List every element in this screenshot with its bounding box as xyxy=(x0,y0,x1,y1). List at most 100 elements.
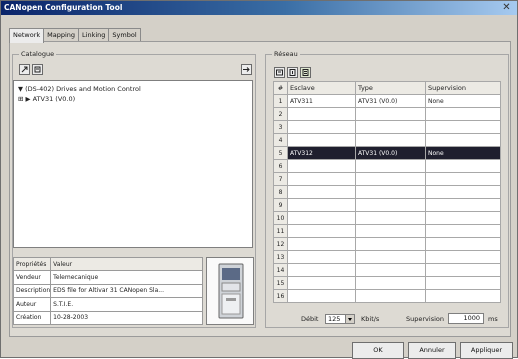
esclave-cell[interactable] xyxy=(287,172,356,186)
network-row[interactable]: 11 xyxy=(273,224,501,238)
network-row[interactable]: 6 xyxy=(273,159,501,173)
row-number[interactable]: 14 xyxy=(273,263,288,277)
network-row[interactable]: 7 xyxy=(273,172,501,186)
type-cell[interactable] xyxy=(355,133,426,147)
type-cell[interactable]: ATV31 (V0.0) xyxy=(355,94,426,108)
type-cell[interactable] xyxy=(355,120,426,134)
apply-button[interactable]: Appliquer xyxy=(460,342,513,359)
esclave-cell[interactable] xyxy=(287,263,356,277)
tab-symbol[interactable]: Symbol xyxy=(108,28,141,42)
esclave-cell[interactable] xyxy=(287,133,356,147)
network-row[interactable]: 16 xyxy=(273,289,501,303)
network-row[interactable]: 1 ATV311 ATV31 (V0.0) None xyxy=(273,94,501,108)
row-number[interactable]: 15 xyxy=(273,276,288,290)
network-row[interactable]: 14 xyxy=(273,263,501,277)
type-cell[interactable] xyxy=(355,198,426,212)
type-cell[interactable] xyxy=(355,250,426,264)
network-row[interactable]: 2 xyxy=(273,107,501,121)
tab-mapping[interactable]: Mapping xyxy=(43,28,80,42)
tree-node-ds402[interactable]: ▼ (DS-402) Drives and Motion Control xyxy=(18,85,141,94)
row-number[interactable]: 5 xyxy=(273,146,288,160)
row-number[interactable]: 8 xyxy=(273,185,288,199)
supervision-cell[interactable] xyxy=(425,107,501,121)
network-row[interactable]: 8 xyxy=(273,185,501,199)
row-number[interactable]: 12 xyxy=(273,237,288,251)
network-row[interactable]: 5 ATV312 ATV31 (V0.0) None xyxy=(273,146,501,160)
type-cell[interactable] xyxy=(355,211,426,225)
esclave-cell[interactable] xyxy=(287,237,356,251)
catalogue-open-icon[interactable] xyxy=(32,64,43,75)
type-cell[interactable] xyxy=(355,276,426,290)
type-cell[interactable] xyxy=(355,289,426,303)
tree-node-atv31[interactable]: ⊞ ▶ ATV31 (V0.0) xyxy=(18,95,75,104)
chevron-down-icon[interactable] xyxy=(345,315,354,323)
network-row[interactable]: 10 xyxy=(273,211,501,225)
cancel-button[interactable]: Annuler xyxy=(408,342,456,359)
catalogue-tree[interactable]: ▼ (DS-402) Drives and Motion Control ⊞ ▶… xyxy=(13,80,253,248)
esclave-cell[interactable] xyxy=(287,107,356,121)
supervision-cell[interactable] xyxy=(425,172,501,186)
network-remove-icon[interactable] xyxy=(287,67,298,78)
ok-button[interactable]: OK xyxy=(352,342,404,359)
supervision-cell[interactable] xyxy=(425,133,501,147)
type-cell[interactable] xyxy=(355,185,426,199)
supervision-cell[interactable] xyxy=(425,120,501,134)
row-number[interactable]: 9 xyxy=(273,198,288,212)
row-number[interactable]: 7 xyxy=(273,172,288,186)
collapse-icon[interactable]: ▼ xyxy=(18,85,23,93)
supervision-cell[interactable] xyxy=(425,289,501,303)
esclave-cell[interactable] xyxy=(287,211,356,225)
catalogue-add-icon[interactable] xyxy=(19,64,30,75)
esclave-cell[interactable] xyxy=(287,224,356,238)
network-row[interactable]: 15 xyxy=(273,276,501,290)
row-number[interactable]: 2 xyxy=(273,107,288,121)
type-cell[interactable] xyxy=(355,263,426,277)
esclave-cell[interactable]: ATV311 xyxy=(287,94,356,108)
type-cell[interactable] xyxy=(355,237,426,251)
type-cell[interactable] xyxy=(355,224,426,238)
network-row[interactable]: 12 xyxy=(273,237,501,251)
row-number[interactable]: 6 xyxy=(273,159,288,173)
row-number[interactable]: 13 xyxy=(273,250,288,264)
esclave-cell[interactable] xyxy=(287,250,356,264)
type-cell[interactable] xyxy=(355,107,426,121)
row-number[interactable]: 3 xyxy=(273,120,288,134)
network-slaves-table[interactable]: # Esclave Type Supervision 1 ATV311 ATV31 … xyxy=(273,81,501,303)
type-cell[interactable]: ATV31 (V0.0) xyxy=(355,146,426,160)
transfer-arrow-icon[interactable] xyxy=(241,64,252,75)
supervision-cell[interactable] xyxy=(425,211,501,225)
network-row[interactable]: 13 xyxy=(273,250,501,264)
row-number[interactable]: 11 xyxy=(273,224,288,238)
esclave-cell[interactable] xyxy=(287,159,356,173)
supervision-cell[interactable]: None xyxy=(425,94,501,108)
network-add-icon[interactable] xyxy=(274,67,285,78)
row-number[interactable]: 4 xyxy=(273,133,288,147)
esclave-cell[interactable]: ATV312 xyxy=(287,146,356,160)
debit-select[interactable]: 125 xyxy=(325,314,355,324)
supervision-cell[interactable] xyxy=(425,198,501,212)
esclave-cell[interactable] xyxy=(287,198,356,212)
tab-linking[interactable]: Linking xyxy=(78,28,110,42)
network-row[interactable]: 3 xyxy=(273,120,501,134)
title-bar[interactable]: CANopen Configuration Tool ✕ xyxy=(1,1,517,15)
supervision-cell[interactable] xyxy=(425,276,501,290)
esclave-cell[interactable] xyxy=(287,120,356,134)
esclave-cell[interactable] xyxy=(287,289,356,303)
supervision-cell[interactable] xyxy=(425,185,501,199)
esclave-cell[interactable] xyxy=(287,276,356,290)
network-row[interactable]: 9 xyxy=(273,198,501,212)
row-number[interactable]: 1 xyxy=(273,94,288,108)
tab-network[interactable]: Network xyxy=(9,28,45,43)
type-cell[interactable] xyxy=(355,159,426,173)
supervision-cell[interactable] xyxy=(425,224,501,238)
supervision-input[interactable]: 1000 xyxy=(448,313,484,324)
expand-icon[interactable]: ⊞ ▶ xyxy=(18,95,31,103)
close-icon[interactable]: ✕ xyxy=(500,3,513,13)
type-cell[interactable] xyxy=(355,172,426,186)
network-properties-icon[interactable] xyxy=(300,67,311,78)
supervision-cell[interactable] xyxy=(425,250,501,264)
network-row[interactable]: 4 xyxy=(273,133,501,147)
row-number[interactable]: 16 xyxy=(273,289,288,303)
supervision-cell[interactable] xyxy=(425,237,501,251)
esclave-cell[interactable] xyxy=(287,185,356,199)
